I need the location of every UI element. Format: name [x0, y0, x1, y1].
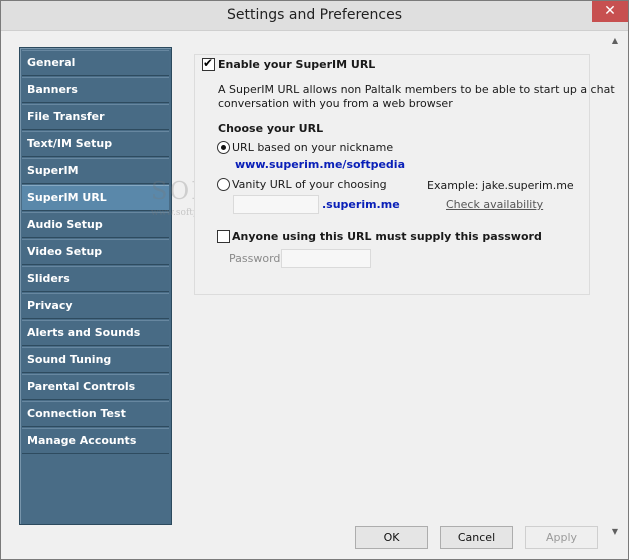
vanity-url-suffix: .superim.me: [322, 198, 400, 211]
require-password-checkbox[interactable]: [217, 230, 230, 243]
description-line-1: A SuperIM URL allows non Paltalk members…: [218, 83, 615, 96]
vanity-url-radio[interactable]: [217, 178, 230, 191]
enable-superim-url-label[interactable]: Enable your SuperIM URL: [218, 58, 375, 71]
sidebar-item-text-im-setup[interactable]: Text/IM Setup: [22, 131, 169, 157]
scroll-up-icon[interactable]: ▲: [606, 32, 624, 49]
sidebar-item-manage-accounts[interactable]: Manage Accounts: [22, 428, 169, 454]
apply-button[interactable]: Apply: [525, 526, 598, 549]
sidebar-item-parental-controls[interactable]: Parental Controls: [22, 374, 169, 400]
vanity-url-input[interactable]: [233, 195, 319, 214]
settings-window: Settings and Preferences ✕ General Banne…: [0, 0, 629, 560]
check-availability-link[interactable]: Check availability: [446, 198, 543, 211]
nickname-url-label[interactable]: URL based on your nickname: [232, 141, 393, 154]
description-line-2: conversation with you from a web browser: [218, 97, 453, 110]
sidebar-item-alerts-and-sounds[interactable]: Alerts and Sounds: [22, 320, 169, 346]
scroll-down-icon[interactable]: ▼: [606, 523, 624, 540]
vertical-scrollbar[interactable]: ▲ ▼: [606, 32, 624, 540]
superim-url-panel: ✔ Enable your SuperIM URL A SuperIM URL …: [194, 54, 615, 295]
nickname-url-radio[interactable]: [217, 141, 230, 154]
sidebar-item-audio-setup[interactable]: Audio Setup: [22, 212, 169, 238]
sidebar-item-sliders[interactable]: Sliders: [22, 266, 169, 292]
close-icon[interactable]: ✕: [592, 1, 628, 22]
sidebar-item-banners[interactable]: Banners: [22, 77, 169, 103]
title-bar[interactable]: Settings and Preferences ✕: [1, 1, 628, 31]
nickname-url-value: www.superim.me/softpedia: [235, 158, 406, 171]
cancel-button[interactable]: Cancel: [440, 526, 513, 549]
sidebar-item-sound-tuning[interactable]: Sound Tuning: [22, 347, 169, 373]
sidebar-item-superim-url[interactable]: SuperIM URL: [22, 185, 169, 211]
window-title: Settings and Preferences: [227, 7, 402, 23]
sidebar-item-privacy[interactable]: Privacy: [22, 293, 169, 319]
sidebar: General Banners File Transfer Text/IM Se…: [19, 47, 172, 525]
sidebar-item-superim[interactable]: SuperIM: [22, 158, 169, 184]
sidebar-item-connection-test[interactable]: Connection Test: [22, 401, 169, 427]
password-input[interactable]: [281, 249, 371, 268]
sidebar-item-video-setup[interactable]: Video Setup: [22, 239, 169, 265]
radio-selected-dot: [221, 145, 226, 150]
require-password-label[interactable]: Anyone using this URL must supply this p…: [232, 230, 542, 243]
vanity-url-label[interactable]: Vanity URL of your choosing: [232, 178, 387, 191]
password-label: Password:: [229, 252, 285, 265]
vanity-example: Example: jake.superim.me: [427, 179, 574, 192]
checkmark-icon: ✔: [203, 56, 214, 70]
sidebar-item-file-transfer[interactable]: File Transfer: [22, 104, 169, 130]
enable-superim-url-checkbox[interactable]: ✔: [202, 56, 215, 71]
sidebar-item-general[interactable]: General: [22, 50, 169, 76]
ok-button[interactable]: OK: [355, 526, 428, 549]
choose-url-heading: Choose your URL: [218, 122, 324, 135]
